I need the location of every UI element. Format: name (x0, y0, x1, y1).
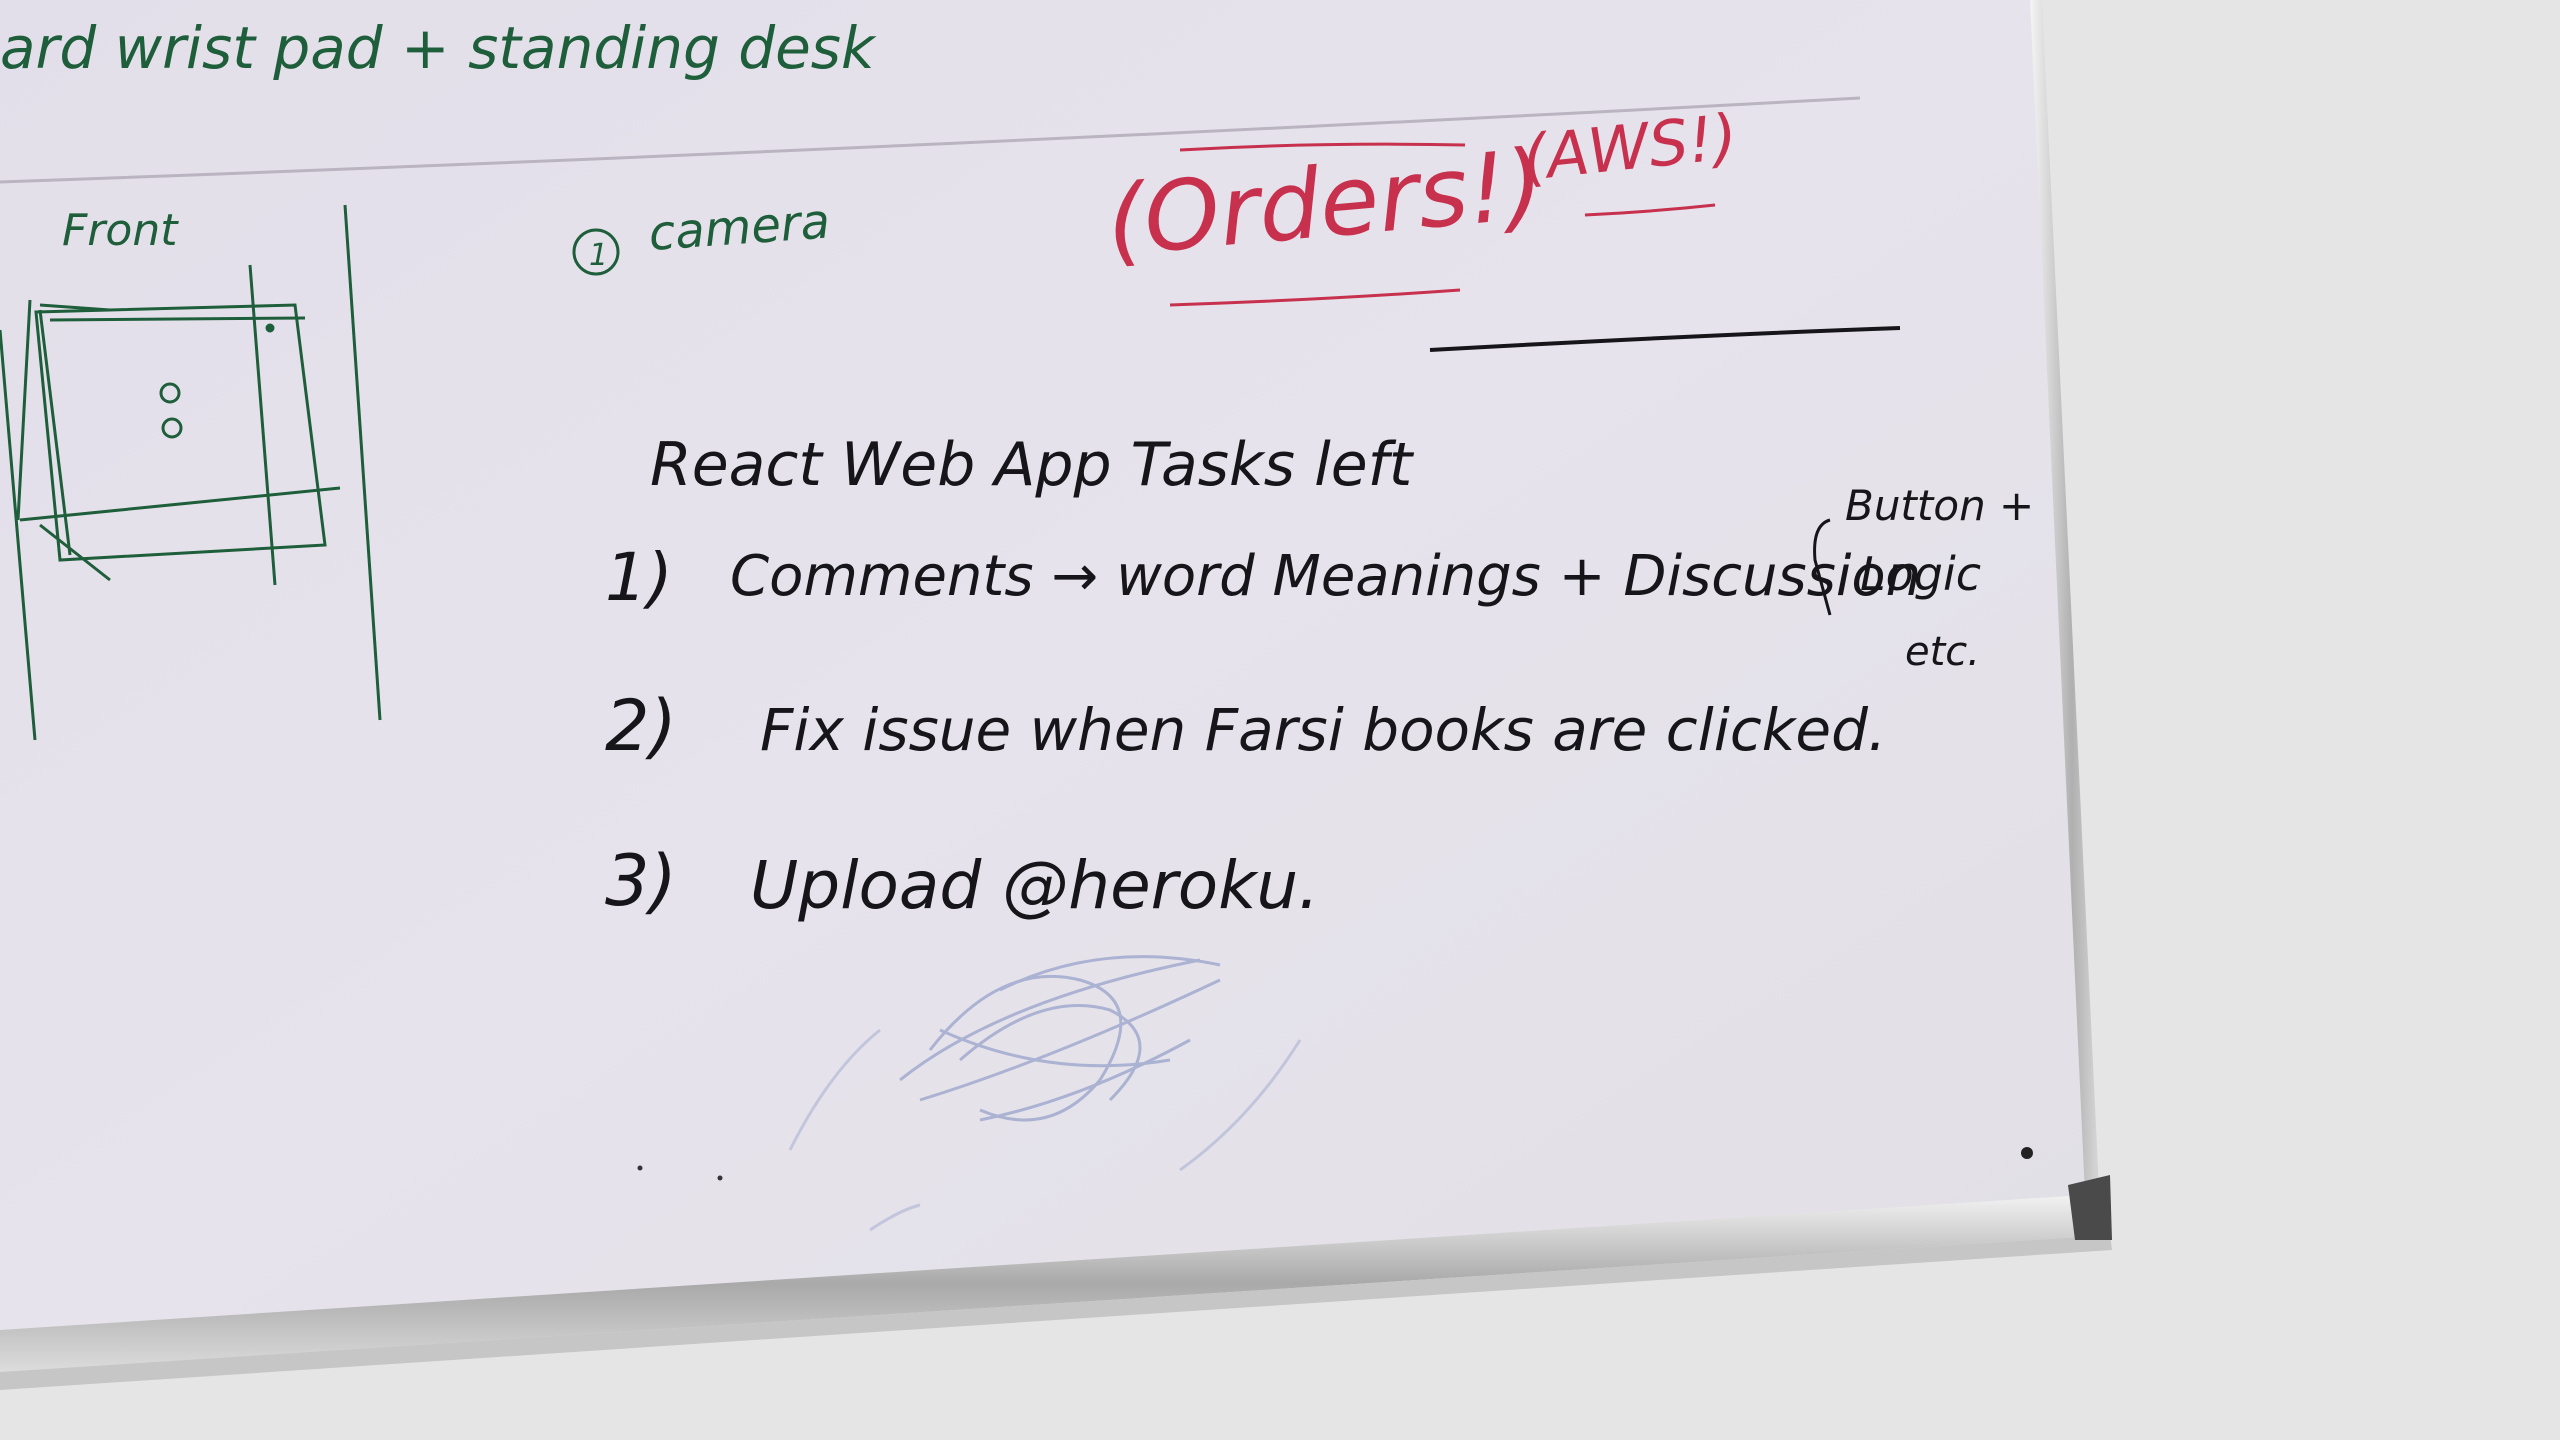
side-note-line-3: etc. (1905, 629, 1980, 675)
board-surface (0, 0, 2085, 1330)
sketch-label: Front (62, 205, 179, 256)
task-3-number: 3) (605, 840, 677, 922)
top-note: ard wrist pad + standing desk (0, 14, 877, 82)
task-heading: React Web App Tasks left (650, 430, 1415, 500)
task-2-text: Fix issue when Farsi books are clicked. (760, 696, 1886, 764)
whiteboard-photo: ard wrist pad + standing desk Front 1 ca… (0, 0, 2560, 1440)
task-3-text: Upload @heroku. (750, 847, 1319, 924)
magnet-dot (2021, 1147, 2033, 1159)
task-2-number: 2) (605, 685, 677, 767)
frame-corner-cap (2068, 1175, 2112, 1240)
task-1-text: Comments → word Meanings + Discussion (730, 544, 1921, 609)
task-1-number: 1) (605, 539, 673, 616)
camera-number: 1 (589, 238, 608, 273)
ink-dot (637, 1165, 643, 1171)
whiteboard: ard wrist pad + standing desk Front 1 ca… (0, 0, 2560, 1440)
side-note-line-2: Logic (1860, 547, 1981, 601)
ink-dot (717, 1175, 723, 1181)
side-note-line-1: Button + (1845, 481, 2034, 530)
